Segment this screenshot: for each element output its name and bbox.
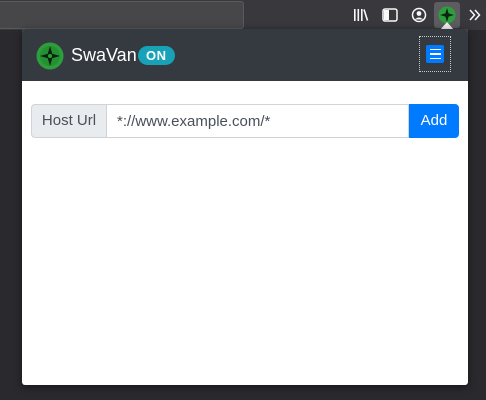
overflow-chevron-icon[interactable] (464, 4, 486, 26)
status-badge[interactable]: ON (138, 46, 175, 65)
host-url-label: Host Url (31, 104, 106, 138)
hamburger-menu-icon (426, 45, 444, 63)
host-url-input[interactable] (106, 104, 409, 138)
popup-header: SwaVan ON (22, 29, 468, 81)
menu-button[interactable] (419, 36, 451, 72)
add-button[interactable]: Add (409, 104, 459, 138)
brand-name: SwaVan (71, 45, 137, 65)
sidebar-icon[interactable] (379, 4, 401, 26)
library-icon[interactable] (350, 4, 372, 26)
extension-popup: SwaVan ON Host Url Add (22, 29, 468, 385)
host-url-input-group: Host Url Add (31, 104, 459, 138)
swavan-logo-icon (36, 42, 64, 70)
account-icon[interactable] (408, 4, 430, 26)
url-bar[interactable] (0, 1, 244, 29)
browser-toolbar (0, 0, 486, 30)
